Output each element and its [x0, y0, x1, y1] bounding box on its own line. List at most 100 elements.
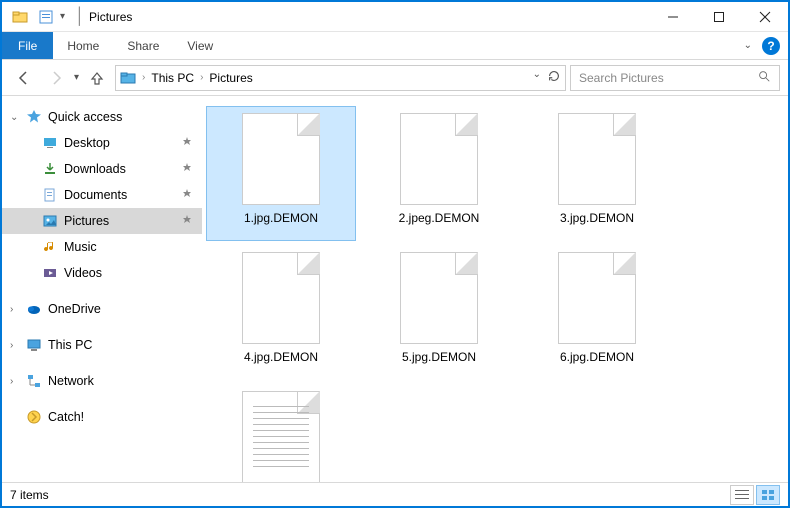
blank-file-icon — [400, 113, 478, 205]
sidebar-item-documents[interactable]: Documents — [2, 182, 202, 208]
sidebar-network[interactable]: › Network — [2, 368, 202, 394]
explorer-window: ▾ │ Pictures File Home Share View ⌄ ? — [2, 2, 788, 506]
tab-home[interactable]: Home — [53, 32, 113, 59]
sidebar-this-pc[interactable]: › This PC — [2, 332, 202, 358]
file-item[interactable]: 4.jpg.DEMON — [206, 245, 356, 380]
breadcrumb-this-pc[interactable]: This PC — [151, 71, 194, 85]
file-item[interactable]: 6.jpg.DEMON — [522, 245, 672, 380]
title-bar: ▾ │ Pictures — [2, 2, 788, 32]
tab-share[interactable]: Share — [113, 32, 173, 59]
sidebar-item-label: OneDrive — [48, 302, 101, 316]
sidebar-item-label: Pictures — [64, 214, 109, 228]
chevron-right-icon[interactable]: › — [142, 72, 145, 83]
file-name: 5.jpg.DEMON — [402, 350, 476, 364]
status-item-count: 7 items — [10, 488, 49, 502]
pin-icon — [182, 137, 192, 150]
details-view-button[interactable] — [730, 485, 754, 505]
back-button[interactable] — [10, 64, 38, 92]
star-icon — [26, 109, 42, 125]
onedrive-icon — [26, 301, 42, 317]
address-row: ▾ › This PC › Pictures ⌄ Search Pictures — [2, 60, 788, 96]
network-icon — [26, 373, 42, 389]
file-item[interactable]: README.txt — [206, 384, 356, 482]
chevron-right-icon[interactable]: › — [10, 376, 13, 387]
chevron-right-icon[interactable]: › — [10, 304, 13, 315]
window-title: Pictures — [89, 10, 132, 24]
blank-file-icon — [558, 252, 636, 344]
status-bar: 7 items — [2, 482, 788, 506]
sidebar-item-label: Videos — [64, 266, 102, 280]
blank-file-icon — [400, 252, 478, 344]
large-icons-view-button[interactable] — [756, 485, 780, 505]
videos-icon — [42, 265, 58, 281]
forward-button[interactable] — [42, 64, 70, 92]
file-item[interactable]: 2.jpeg.DEMON — [364, 106, 514, 241]
maximize-button[interactable] — [696, 2, 742, 32]
sidebar-item-label: Downloads — [64, 162, 126, 176]
ribbon-expand-icon[interactable]: ⌄ — [744, 40, 752, 51]
quick-access-toolbar: ▾ — [2, 6, 71, 28]
qat-dropdown-icon[interactable]: ▾ — [60, 11, 65, 22]
music-icon — [42, 239, 58, 255]
sidebar-item-label: This PC — [48, 338, 92, 352]
pin-icon — [182, 163, 192, 176]
file-name: 4.jpg.DEMON — [244, 350, 318, 364]
sidebar-item-label: Catch! — [48, 410, 84, 424]
chevron-right-icon[interactable]: › — [10, 340, 13, 351]
blank-file-icon — [558, 113, 636, 205]
sidebar-item-label: Music — [64, 240, 97, 254]
blank-file-icon — [242, 252, 320, 344]
sidebar-item-label: Documents — [64, 188, 127, 202]
sidebar-item-downloads[interactable]: Downloads — [2, 156, 202, 182]
sidebar-item-videos[interactable]: Videos — [2, 260, 202, 286]
pictures-folder-icon — [120, 70, 136, 86]
sidebar-onedrive[interactable]: › OneDrive — [2, 296, 202, 322]
chevron-down-icon[interactable]: ⌄ — [10, 112, 18, 123]
close-button[interactable] — [742, 2, 788, 32]
recent-dropdown-icon[interactable]: ▾ — [74, 72, 79, 83]
search-input[interactable]: Search Pictures — [570, 65, 780, 91]
sidebar-item-pictures[interactable]: Pictures — [2, 208, 202, 234]
file-list[interactable]: 1.jpg.DEMON 2.jpeg.DEMON 3.jpg.DEMON 4.jpg.… — [202, 96, 788, 482]
sidebar-quick-access[interactable]: ⌄ Quick access — [2, 104, 202, 130]
blank-file-icon — [242, 113, 320, 205]
downloads-icon — [42, 161, 58, 177]
catch-icon — [26, 409, 42, 425]
navigation-pane: ⌄ Quick access Desktop Downloads Documents… — [2, 96, 202, 482]
search-placeholder: Search Pictures — [579, 71, 664, 85]
chevron-right-icon[interactable]: › — [200, 72, 203, 83]
pictures-icon — [42, 213, 58, 229]
desktop-icon — [42, 135, 58, 151]
sidebar-item-music[interactable]: Music — [2, 234, 202, 260]
pin-icon — [182, 189, 192, 202]
file-name: 3.jpg.DEMON — [560, 211, 634, 225]
help-button[interactable]: ? — [762, 37, 780, 55]
this-pc-icon — [26, 337, 42, 353]
file-name: 6.jpg.DEMON — [560, 350, 634, 364]
refresh-icon[interactable] — [547, 69, 561, 86]
address-dropdown-icon[interactable]: ⌄ — [533, 69, 541, 86]
file-item[interactable]: 5.jpg.DEMON — [364, 245, 514, 380]
file-name: 1.jpg.DEMON — [244, 211, 318, 225]
body: ⌄ Quick access Desktop Downloads Documents… — [2, 96, 788, 482]
explorer-app-icon[interactable] — [8, 6, 32, 28]
minimize-button[interactable] — [650, 2, 696, 32]
pin-icon — [182, 215, 192, 228]
sidebar-item-label: Network — [48, 374, 94, 388]
address-bar[interactable]: › This PC › Pictures ⌄ — [115, 65, 566, 91]
sidebar-item-label: Quick access — [48, 110, 122, 124]
sidebar-item-desktop[interactable]: Desktop — [2, 130, 202, 156]
properties-icon[interactable] — [34, 6, 58, 28]
file-tab[interactable]: File — [2, 32, 53, 59]
window-controls — [650, 2, 788, 32]
title-separator: │ — [75, 8, 85, 26]
breadcrumb-pictures[interactable]: Pictures — [209, 71, 252, 85]
file-item[interactable]: 3.jpg.DEMON — [522, 106, 672, 241]
search-icon — [757, 69, 771, 86]
documents-icon — [42, 187, 58, 203]
up-button[interactable] — [83, 64, 111, 92]
text-file-icon — [242, 391, 320, 482]
file-item[interactable]: 1.jpg.DEMON — [206, 106, 356, 241]
tab-view[interactable]: View — [173, 32, 227, 59]
sidebar-catch[interactable]: Catch! — [2, 404, 202, 430]
